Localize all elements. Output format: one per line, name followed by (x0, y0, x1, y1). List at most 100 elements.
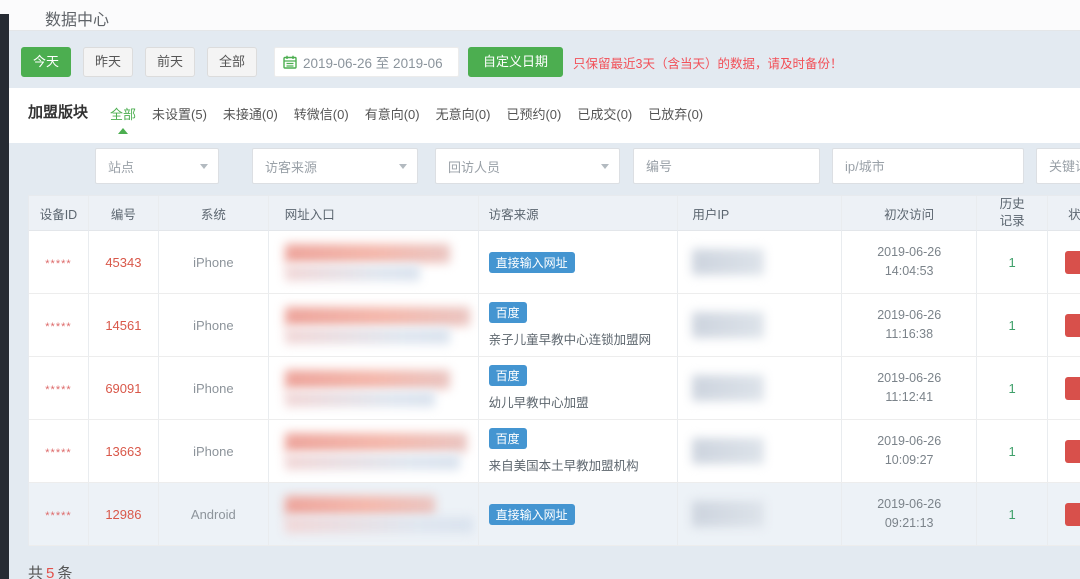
keyword-input[interactable] (1037, 149, 1080, 183)
search-filter-row: 站点 访客来源 回访人员 (0, 148, 1080, 184)
source-keyword: 幼儿早教中心加盟 (489, 392, 589, 411)
redacted-ip (692, 249, 764, 275)
yesterday-button[interactable]: 昨天 (83, 47, 133, 77)
system-cell: iPhone (159, 357, 269, 419)
col-status-clipped: 状 (1048, 196, 1080, 231)
number-cell: 12986 (89, 483, 159, 545)
col-visitor-source: 访客来源 (479, 196, 679, 231)
status-action-button[interactable] (1065, 314, 1080, 337)
status-cell (1048, 357, 1080, 419)
col-history: 历史记录 (977, 196, 1048, 231)
history-count-link[interactable]: 1 (1008, 444, 1015, 459)
redacted-url (285, 307, 470, 344)
quick-filter-row: 今天 昨天 前天 全部 2019-06-26 至 2019-06 自定义日期 只… (21, 47, 842, 77)
tab-abandoned[interactable]: 已放弃(0) (648, 104, 703, 123)
tab-interested[interactable]: 有意向(0) (365, 104, 420, 123)
source-keyword: 来自美国本土早教加盟机构 (489, 455, 639, 474)
visitor-number: 69091 (105, 381, 141, 396)
device-id-masked: ***** (45, 380, 71, 396)
history-count-link[interactable]: 1 (1008, 507, 1015, 522)
user-ip-cell (678, 294, 842, 356)
visit-date: 2019-06-26 (877, 306, 941, 325)
tab-not-interested[interactable]: 无意向(0) (436, 104, 491, 123)
tab-all[interactable]: 全部 (110, 104, 136, 123)
history-cell: 1 (977, 483, 1048, 545)
day-before-button[interactable]: 前天 (145, 47, 195, 77)
tab-unset[interactable]: 未设置(5) (152, 104, 207, 123)
number-input[interactable] (634, 149, 819, 183)
col-first-visit: 初次访问 (842, 196, 977, 231)
tab-reserved[interactable]: 已预约(0) (506, 104, 561, 123)
system-cell: iPhone (159, 231, 269, 293)
history-count-link[interactable]: 1 (1008, 255, 1015, 270)
tab-to-wechat[interactable]: 转微信(0) (294, 104, 349, 123)
source-tag: 百度 (489, 365, 527, 386)
source-keyword: 亲子儿童早教中心连锁加盟网 (489, 329, 652, 348)
table-row: ***** 13663 iPhone 百度 来自美国本土早教加盟机构 2019-… (29, 420, 1080, 483)
system-cell: Android (159, 483, 269, 545)
ip-city-input[interactable] (833, 149, 1023, 183)
table-header-row: 设备ID 编号 系统 网址入口 访客来源 用户IP 初次访问 历史记录 状 (29, 196, 1080, 231)
total-number: 5 (43, 565, 57, 579)
visit-time: 14:04:53 (877, 262, 941, 281)
redacted-url (285, 244, 450, 281)
status-action-button[interactable] (1065, 251, 1080, 274)
history-count-link[interactable]: 1 (1008, 381, 1015, 396)
visitors-table: 设备ID 编号 系统 网址入口 访客来源 用户IP 初次访问 历史记录 状 **… (28, 195, 1080, 546)
keyword-field-wrap (1036, 148, 1080, 184)
device-id-masked: ***** (45, 254, 71, 270)
status-cell (1048, 483, 1080, 545)
visitor-source-select[interactable]: 访客来源 (252, 148, 418, 184)
tab-not-connected[interactable]: 未接通(0) (223, 104, 278, 123)
redacted-ip (692, 438, 764, 464)
follow-up-staff-select[interactable]: 回访人员 (435, 148, 620, 184)
history-cell: 1 (977, 420, 1048, 482)
site-select-label: 站点 (108, 157, 200, 176)
source-tag: 百度 (489, 302, 527, 323)
date-range-value: 2019-06-26 至 2019-06 (303, 52, 443, 72)
visitor-source-select-label: 访客来源 (265, 157, 399, 176)
today-button[interactable]: 今天 (21, 47, 71, 77)
number-cell: 45343 (89, 231, 159, 293)
device-id-cell: ***** (29, 357, 89, 419)
device-id-masked: ***** (45, 443, 71, 459)
visitor-number: 45343 (105, 255, 141, 270)
url-entry-cell (269, 357, 479, 419)
date-range-input[interactable]: 2019-06-26 至 2019-06 (274, 47, 459, 77)
user-ip-cell (678, 420, 842, 482)
custom-date-button[interactable]: 自定义日期 (468, 47, 563, 77)
redacted-ip (692, 375, 764, 401)
first-visit-cell: 2019-06-2614:04:53 (842, 231, 977, 293)
all-dates-button[interactable]: 全部 (207, 47, 257, 77)
visit-date: 2019-06-26 (877, 243, 941, 262)
total-count: 共5条 (28, 562, 72, 579)
status-action-button[interactable] (1065, 377, 1080, 400)
table-row: ***** 69091 iPhone 百度 幼儿早教中心加盟 2019-06-2… (29, 357, 1080, 420)
source-tag: 直接输入网址 (489, 504, 575, 525)
redacted-url (285, 496, 473, 533)
source-tag: 直接输入网址 (489, 252, 575, 273)
visitor-source-cell: 直接输入网址 (479, 483, 679, 545)
section-title: 加盟版块 (28, 101, 88, 122)
status-action-button[interactable] (1065, 440, 1080, 463)
tab-label: 全部 (110, 107, 136, 122)
total-prefix: 共 (28, 565, 43, 579)
site-select[interactable]: 站点 (95, 148, 219, 184)
chevron-down-icon (200, 164, 208, 169)
status-action-button[interactable] (1065, 503, 1080, 526)
visit-time: 11:16:38 (877, 325, 941, 344)
tab-closed[interactable]: 已成交(0) (577, 104, 632, 123)
history-count-link[interactable]: 1 (1008, 318, 1015, 333)
active-tab-caret-icon (118, 128, 128, 134)
number-cell: 13663 (89, 420, 159, 482)
status-tabs: 全部 未设置(5) 未接通(0) 转微信(0) 有意向(0) 无意向(0) 已预… (110, 104, 703, 123)
visitor-source-cell: 百度 来自美国本土早教加盟机构 (479, 420, 679, 482)
system-cell: iPhone (159, 294, 269, 356)
table-row: ***** 12986 Android 直接输入网址 2019-06-2609:… (29, 483, 1080, 546)
page-title: 数据中心 (45, 6, 109, 30)
history-cell: 1 (977, 231, 1048, 293)
chevron-down-icon (601, 164, 609, 169)
history-cell: 1 (977, 294, 1048, 356)
sidebar-edge (0, 14, 9, 579)
status-cell (1048, 231, 1080, 293)
